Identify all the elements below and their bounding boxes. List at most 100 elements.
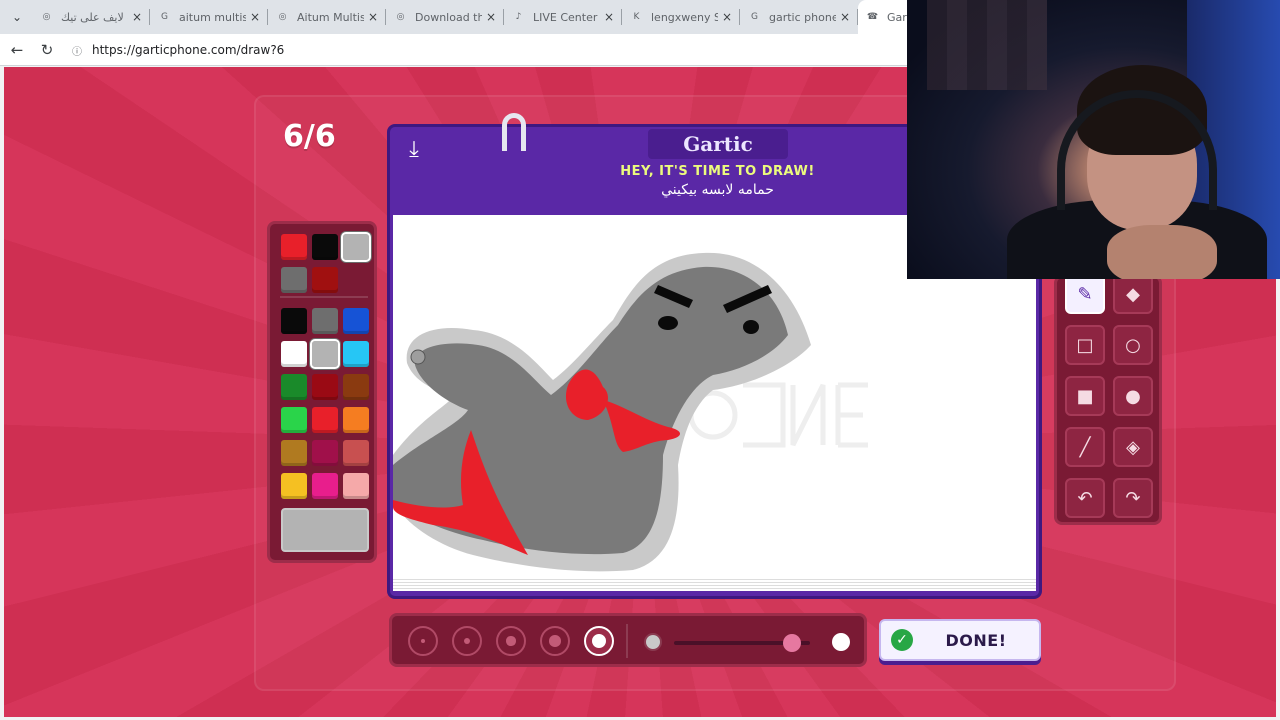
color-swatch[interactable] (312, 234, 338, 260)
palette-divider (280, 296, 368, 298)
globe-icon: ◎ (396, 12, 405, 22)
fill-bucket-icon[interactable]: ◈ (1113, 427, 1153, 467)
color-swatch[interactable] (281, 473, 307, 499)
brush-size-dot (592, 634, 606, 648)
close-tab-icon[interactable]: × (840, 10, 850, 24)
tab-search-button[interactable]: ⌄ (6, 6, 28, 28)
tiktok-icon: ♪ (515, 12, 522, 22)
browser-tab[interactable]: Gaitum multistream × (150, 0, 268, 34)
ellipse-fill-icon[interactable]: ● (1113, 376, 1153, 416)
browser-tab[interactable]: ♪ LIVE Center × (504, 0, 622, 34)
line-icon[interactable]: ╱ (1065, 427, 1105, 467)
close-tab-icon[interactable]: × (250, 10, 260, 24)
browser-tab[interactable]: ◎ Aitum Multistream × (268, 0, 386, 34)
globe-icon: ◎ (278, 12, 287, 22)
search-icon: G (751, 12, 758, 22)
close-tab-icon[interactable]: × (604, 10, 614, 24)
color-swatch[interactable] (310, 339, 340, 369)
rectangle-outline-icon[interactable]: □ (1065, 325, 1105, 365)
opacity-max-dot (832, 633, 850, 651)
tab-title: aitum multistream (179, 10, 246, 24)
webcam-poster (927, 0, 1047, 90)
color-swatch[interactable] (341, 232, 371, 262)
close-tab-icon[interactable]: × (132, 10, 142, 24)
tab-title: lengxweny Stream (651, 10, 718, 24)
brush-size-dot (463, 637, 471, 645)
color-swatch[interactable] (312, 473, 338, 499)
color-swatch[interactable] (343, 341, 369, 367)
search-icon: G (161, 12, 168, 22)
brush-cursor (410, 349, 426, 365)
color-swatch[interactable] (312, 440, 338, 466)
color-swatch[interactable] (343, 308, 369, 334)
eraser-icon[interactable]: ◆ (1113, 274, 1153, 314)
browser-tab[interactable]: ◎ Download the Aitum × (386, 0, 504, 34)
color-swatch[interactable] (312, 267, 338, 293)
url-field[interactable]: ⓘ https://garticphone.com/draw?6 (64, 38, 964, 62)
brush-size-button[interactable] (452, 626, 482, 656)
color-swatch[interactable] (343, 374, 369, 400)
download-icon[interactable]: ⤓ (400, 135, 428, 163)
done-label: DONE! (945, 630, 1007, 650)
color-swatch[interactable] (343, 473, 369, 499)
color-swatch[interactable] (312, 407, 338, 433)
check-icon: ✓ (891, 629, 913, 651)
color-swatch[interactable] (343, 440, 369, 466)
color-swatch[interactable] (281, 308, 307, 334)
opacity-knob[interactable] (783, 634, 802, 652)
brush-size-dot (506, 636, 516, 646)
close-tab-icon[interactable]: × (722, 10, 732, 24)
rectangle-fill-icon[interactable]: ■ (1065, 376, 1105, 416)
color-swatch[interactable] (281, 234, 307, 260)
tab-title: Aitum Multistream (297, 10, 364, 24)
brush-size-button[interactable] (584, 626, 614, 656)
color-swatch[interactable] (312, 308, 338, 334)
controls-divider (626, 624, 628, 658)
round-counter: 6/6 (283, 119, 336, 154)
tabs: ◎ بث لايف على تيك × Gaitum multistream × ◎ Ait… (32, 0, 918, 34)
ellipse-outline-icon[interactable]: ○ (1113, 325, 1153, 365)
reload-button[interactable]: ↻ (36, 40, 58, 60)
redo-icon[interactable]: ↷ (1113, 478, 1153, 518)
browser-tab[interactable]: Klengxweny Stream × (622, 0, 740, 34)
site-info-icon[interactable]: ⓘ (70, 43, 84, 58)
url-text: https://garticphone.com/draw?6 (92, 43, 285, 57)
color-swatch[interactable] (343, 407, 369, 433)
current-color-preview[interactable] (281, 508, 369, 552)
watermark (688, 382, 868, 448)
pen-icon[interactable]: ✎ (1065, 274, 1105, 314)
color-swatch[interactable] (281, 341, 307, 367)
streamer-hand (1107, 225, 1217, 279)
brush-size-dot (549, 635, 561, 647)
tab-title: Download the Aitum (415, 10, 482, 24)
color-palette (267, 221, 377, 563)
gartic-logo: Gartic (648, 129, 788, 159)
browser-tab[interactable]: ◎ بث لايف على تيك × (32, 0, 150, 34)
tool-panel: ✎ ◆ □ ○ ■ ● ╱ ◈ ↶ ↷ (1054, 274, 1162, 525)
sketchbook-pages (393, 577, 1036, 591)
tab-title: gartic phone - Google (769, 10, 836, 24)
color-swatch[interactable] (281, 407, 307, 433)
back-button[interactable]: ← (6, 40, 28, 60)
binder-ring (502, 113, 526, 151)
webcam-overlay (907, 0, 1280, 279)
browser-tab[interactable]: Ggartic phone - Google × (740, 0, 858, 34)
brush-size-dot (420, 638, 426, 644)
brush-size-button[interactable] (496, 626, 526, 656)
undo-icon[interactable]: ↶ (1065, 478, 1105, 518)
close-tab-icon[interactable]: × (368, 10, 378, 24)
brush-controls (389, 613, 867, 667)
color-swatch[interactable] (312, 374, 338, 400)
color-swatch[interactable] (281, 440, 307, 466)
gartic-icon: ☎ (866, 12, 879, 22)
kick-icon: K (633, 12, 640, 22)
brush-size-button[interactable] (408, 626, 438, 656)
color-swatch[interactable] (281, 267, 307, 293)
close-tab-icon[interactable]: × (486, 10, 496, 24)
tab-title: بث لايف على تيك (61, 10, 128, 24)
tab-title: LIVE Center (533, 10, 598, 24)
brush-size-button[interactable] (540, 626, 570, 656)
done-button[interactable]: ✓ DONE! (879, 619, 1041, 661)
color-swatch[interactable] (281, 374, 307, 400)
globe-icon: ◎ (42, 12, 51, 22)
